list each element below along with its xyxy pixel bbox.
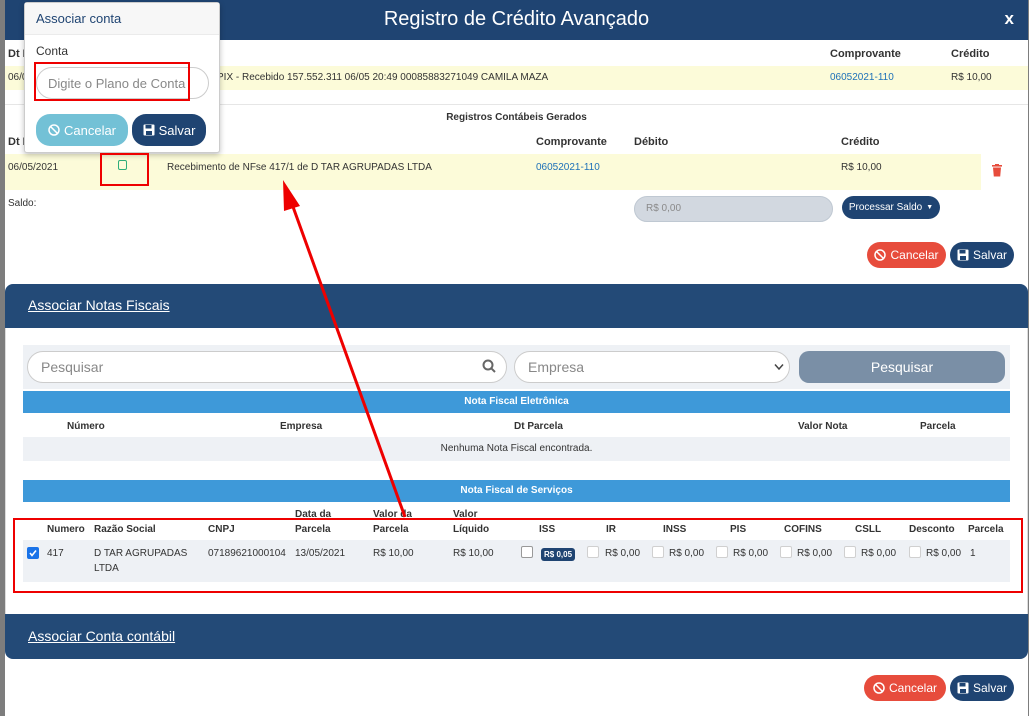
nfe-header-parcela: Parcela [920,421,956,432]
registro-description: Recebimento de NFse 417/1 de D TAR AGRUP… [167,162,432,173]
processar-saldo-dropdown[interactable]: Processar Saldo ▼ [842,196,940,219]
nfe-title-bar: Nota Fiscal Eletrônica [23,391,1010,413]
conta-section-header: Associar Conta contábil [5,614,1028,659]
reg-header-comprovante: Comprovante [536,136,607,148]
search-input[interactable]: Pesquisar [27,351,507,383]
popover-save-button[interactable]: Salvar [132,114,206,146]
conta-section-link[interactable]: Associar Conta contábil [28,628,175,644]
annotation-box-input [34,62,190,101]
search-icon[interactable] [482,359,496,373]
floppy-icon [957,249,969,261]
nfe-header-empresa: Empresa [280,421,323,432]
close-button[interactable]: x [1005,9,1014,29]
nfe-header-numero: Número [67,421,105,432]
col-header-comprovante: Comprovante [830,48,901,60]
cancel-button[interactable]: Cancelar [867,242,946,268]
saldo-label: Saldo: [8,198,37,209]
floppy-icon [957,682,969,694]
col-header-credito: Crédito [951,48,990,60]
trash-icon[interactable] [991,164,1003,177]
caret-down-icon: ▼ [926,204,934,211]
empresa-select-value: Empresa [528,359,585,375]
save-button[interactable]: Salvar [950,242,1014,268]
nfs-title-bar: Nota Fiscal de Serviços [23,480,1010,502]
registro-comprovante-link[interactable]: 06052021-110 [536,162,600,173]
registro-row: 06/05/2021 Recebimento de NFse 417/1 de … [5,154,981,190]
saldo-field: R$ 0,00 [634,196,833,222]
reg-header-debito: Débito [634,136,669,148]
chevron-down-icon [774,364,784,371]
floppy-icon [143,124,155,136]
ban-icon [48,124,60,136]
cancel-label: Cancelar [890,248,939,262]
pesquisar-button[interactable]: Pesquisar [799,351,1005,383]
conta-label: Conta [36,44,69,58]
annotation-box-icon [100,153,149,186]
ban-icon [874,249,887,261]
annotation-box-nfs-row [13,518,1023,593]
save-label: Salvar [972,248,1007,262]
popover-cancel-button[interactable]: Cancelar [36,114,128,146]
nfe-header-valor-nota: Valor Nota [798,421,848,432]
popover-title: Associar conta [25,3,219,35]
footer-cancel-button[interactable]: Cancelar [864,675,946,701]
popover-save-label: Salvar [158,122,196,138]
ban-icon [873,682,885,694]
footer-save-label: Salvar [972,681,1007,695]
statement-description: PIX - Recebido 157.552.311 06/05 20:49 0… [217,72,549,83]
statement-comprovante-link[interactable]: 06052021-110 [830,72,894,83]
statement-credito: R$ 10,00 [951,72,992,83]
footer-save-button[interactable]: Salvar [950,675,1014,701]
processar-saldo-label: Processar Saldo [848,202,923,213]
notas-section-header: Associar Notas Fiscais [5,284,1028,328]
registro-credito: R$ 10,00 [841,162,882,173]
empresa-select[interactable]: Empresa [514,351,790,383]
popover-cancel-label: Cancelar [63,122,117,138]
notas-section-link[interactable]: Associar Notas Fiscais [28,297,170,313]
nfe-header-dt-parcela: Dt Parcela [514,421,563,432]
registro-date: 06/05/2021 [8,162,59,173]
footer-cancel-label: Cancelar [888,681,938,695]
reg-header-credito: Crédito [841,136,880,148]
nfe-empty-row: Nenhuma Nota Fiscal encontrada. [23,437,1010,461]
